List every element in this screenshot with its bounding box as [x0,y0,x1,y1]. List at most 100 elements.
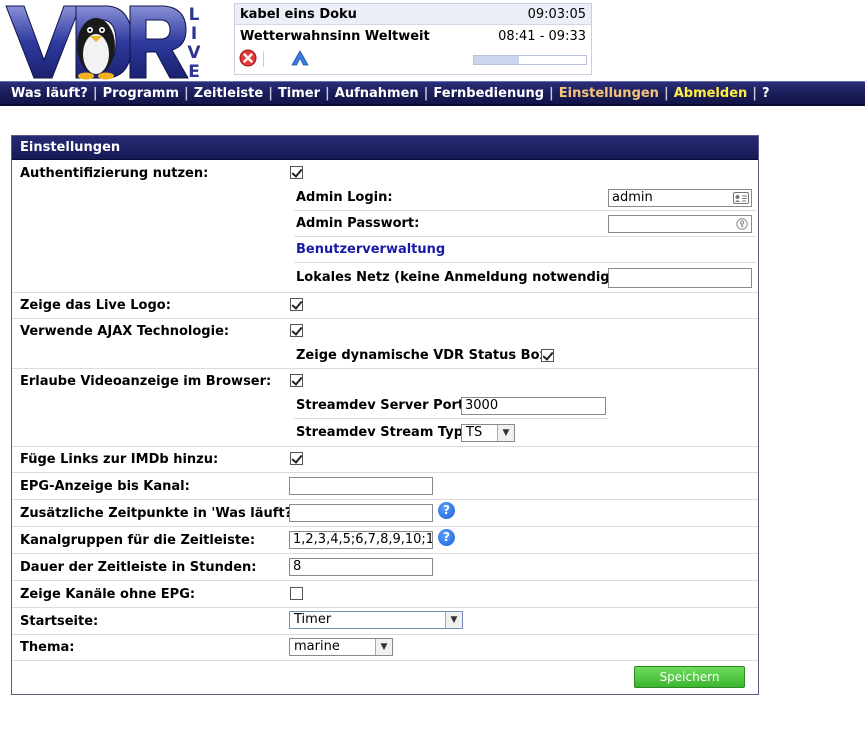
ajax-checkbox[interactable] [290,324,303,337]
admin-password-row: Admin Passwort: [294,212,756,237]
chevron-down-icon: ▼ [375,639,392,655]
svg-text:I: I [191,24,197,44]
video-row: Erlaube Videoanzeige im Browser: Streamd… [12,368,758,447]
help-icon[interactable]: ? [438,502,455,519]
epg-channel-row: EPG-Anzeige bis Kanal: [12,472,758,500]
stream-port-input[interactable]: 3000 [461,397,606,415]
status-box-checkbox[interactable] [541,349,554,362]
settings-panel: Einstellungen Authentifizierung nutzen: … [11,135,759,695]
id-card-icon [733,192,749,204]
channel-groups-label: Kanalgruppen für die Zeitleiste: [20,533,256,548]
admin-login-row: Admin Login: admin [294,186,756,211]
chevron-down-icon: ▼ [445,612,462,628]
stream-port-value: 3000 [465,398,499,413]
auth-row: Authentifizierung nutzen: Admin Login: a… [12,160,758,293]
stream-port-label: Streamdev Server Port: [296,398,470,413]
epg-channel-input[interactable] [289,477,433,495]
settings-title: Einstellungen [12,136,758,160]
menu-help[interactable]: ? [757,86,775,101]
channel-groups-value: 1,2,3,4,5;6,7,8,9,10;11 [293,532,433,547]
imdb-label: Füge Links zur IMDb hinzu: [20,452,219,467]
admin-login-input[interactable]: admin [608,189,752,207]
extra-times-input[interactable] [289,504,433,522]
show-logo-checkbox[interactable] [290,298,303,311]
user-management-link[interactable]: Benutzerverwaltung [296,242,445,257]
local-net-label: Lokales Netz (keine Anmeldung notwendig)… [296,270,621,285]
theme-label: Thema: [20,640,75,655]
svg-text:E: E [188,62,200,82]
admin-password-input[interactable] [608,215,752,233]
start-page-value: Timer [294,612,332,627]
main-menu: Was läuft? | Programm | Zeitleiste | Tim… [0,81,865,106]
no-epg-label: Zeige Kanäle ohne EPG: [20,587,196,602]
key-icon [736,218,748,230]
menu-abmelden[interactable]: Abmelden [669,86,753,101]
duration-label: Dauer der Zeitleiste in Stunden: [20,560,257,575]
menu-was-laeuft[interactable]: Was läuft? [6,86,93,101]
duration-input[interactable]: 8 [289,558,433,576]
vdr-status-box: kabel eins Doku 09:03:05 Wetterwahnsinn … [234,3,592,75]
admin-login-label: Admin Login: [296,190,393,205]
show-logo-row: Zeige das Live Logo: [12,292,758,319]
status-box-label: Zeige dynamische VDR Status Box: [296,348,554,363]
menu-zeitleiste[interactable]: Zeitleiste [189,86,268,101]
status-controls [235,47,591,71]
stop-icon[interactable] [239,49,257,67]
video-checkbox[interactable] [290,374,303,387]
svg-text:L: L [189,5,200,25]
ajax-label: Verwende AJAX Technologie: [20,324,230,339]
epg-channel-label: EPG-Anzeige bis Kanal: [20,479,190,494]
local-net-row: Lokales Netz (keine Anmeldung notwendig)… [294,264,756,292]
vdr-live-logo: L I V E [5,5,200,82]
status-channel-name: kabel eins Doku [240,6,357,22]
no-epg-row: Zeige Kanäle ohne EPG: [12,580,758,608]
menu-timer[interactable]: Timer [273,86,325,101]
show-logo-label: Zeige das Live Logo: [20,298,171,313]
svg-text:V: V [187,43,200,63]
menu-aufnahmen[interactable]: Aufnahmen [330,86,424,101]
channel-groups-row: Kanalgruppen für die Zeitleiste: 1,2,3,4… [12,526,758,554]
admin-password-label: Admin Passwort: [296,216,420,231]
local-net-input[interactable] [608,268,752,288]
video-label: Erlaube Videoanzeige im Browser: [20,374,272,389]
user-management-row: Benutzerverwaltung [294,238,756,263]
status-channel-row: kabel eins Doku 09:03:05 [235,4,591,25]
stream-type-row: Streamdev Stream Typ: TS ▼ [294,420,608,446]
switch-channel-icon[interactable] [291,50,309,66]
duration-value: 8 [293,559,302,574]
stream-type-label: Streamdev Stream Typ: [296,425,469,440]
no-epg-checkbox[interactable] [290,587,303,600]
stream-type-select[interactable]: TS ▼ [461,424,515,442]
menu-fernbedienung[interactable]: Fernbedienung [428,86,549,101]
channel-groups-input[interactable]: 1,2,3,4,5;6,7,8,9,10;11 [289,531,433,549]
status-timespan: 08:41 - 09:33 [498,28,586,44]
help-icon[interactable]: ? [438,529,455,546]
status-program-title[interactable]: Wetterwahnsinn Weltweit [240,29,430,44]
chevron-down-icon: ▼ [497,425,514,441]
status-clock: 09:03:05 [527,6,586,22]
menu-einstellungen[interactable]: Einstellungen [554,86,664,101]
imdb-row: Füge Links zur IMDb hinzu: [12,446,758,473]
program-progress-fill [474,56,519,64]
start-page-label: Startseite: [20,614,99,629]
imdb-checkbox[interactable] [290,452,303,465]
ajax-row: Verwende AJAX Technologie: Zeige dynamis… [12,318,758,369]
program-progress-bar [473,55,587,65]
status-program-row: Wetterwahnsinn Weltweit 08:41 - 09:33 [235,25,591,47]
start-page-row: Startseite: Timer ▼ [12,607,758,635]
status-box-row: Zeige dynamische VDR Status Box: [294,344,756,368]
theme-row: Thema: marine ▼ [12,634,758,661]
status-separator [263,51,264,67]
admin-login-value: admin [612,190,653,205]
theme-select[interactable]: marine ▼ [289,638,393,656]
stream-type-value: TS [466,425,483,440]
duration-row: Dauer der Zeitleiste in Stunden: 8 [12,553,758,581]
stream-port-row: Streamdev Server Port: 3000 [294,394,608,419]
save-button[interactable]: Speichern [634,666,745,688]
auth-label: Authentifizierung nutzen: [20,166,209,181]
theme-value: marine [294,639,340,654]
menu-programm[interactable]: Programm [98,86,184,101]
start-page-select[interactable]: Timer ▼ [289,611,463,629]
extra-times-label: Zusätzliche Zeitpunkte in 'Was läuft?': [20,506,302,521]
auth-checkbox[interactable] [290,166,303,179]
